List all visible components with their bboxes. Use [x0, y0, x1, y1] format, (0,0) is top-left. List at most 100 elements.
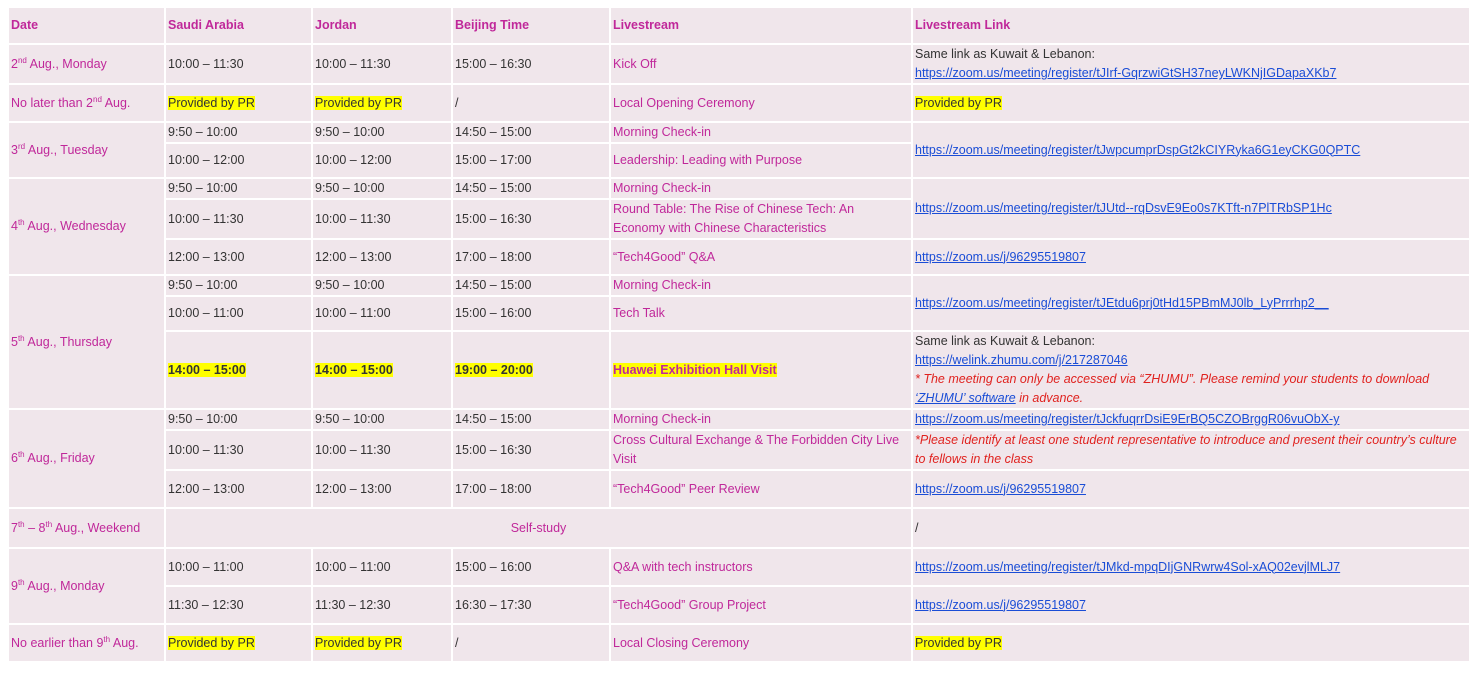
link-cell: https://zoom.us/meeting/register/tJEtdu6…: [913, 276, 1469, 330]
saudi-time: 10:00 – 11:00: [166, 297, 311, 330]
livestream-link[interactable]: https://welink.zhumu.com/j/217287046: [915, 353, 1128, 367]
jordan-time: 14:00 – 15:00: [313, 332, 451, 408]
event-name: “Tech4Good” Peer Review: [611, 471, 911, 507]
livestream-link[interactable]: https://zoom.us/meeting/register/tJckfuq…: [915, 412, 1339, 426]
header-row: Date Saudi Arabia Jordan Beijing Time Li…: [9, 8, 1469, 43]
event-name: Morning Check-in: [611, 123, 911, 142]
saudi-time: 9:50 – 10:00: [166, 179, 311, 198]
table-row: 11:30 – 12:30 11:30 – 12:30 16:30 – 17:3…: [9, 587, 1469, 623]
link-cell: https://zoom.us/meeting/register/tJMkd-m…: [913, 549, 1469, 585]
link-cell: Same link as Kuwait & Lebanon: https://we…: [913, 332, 1469, 408]
date-cell: 3rd Aug., Tuesday: [9, 123, 164, 177]
saudi-time: Provided by PR: [166, 85, 311, 121]
table-row: 9th Aug., Monday 10:00 – 11:00 10:00 – 1…: [9, 549, 1469, 623]
table-row: No earlier than 9th Aug. Provided by PR …: [9, 625, 1469, 661]
saudi-time: 9:50 – 10:00: [166, 410, 311, 429]
date-cell: No later than 2nd Aug.: [9, 85, 164, 121]
table-row: 7th – 8th Aug., Weekend Self-study /: [9, 509, 1469, 547]
saudi-time: 12:00 – 13:00: [166, 471, 311, 507]
livestream-link[interactable]: https://zoom.us/meeting/register/tJwpcum…: [915, 143, 1360, 157]
col-beijing: Beijing Time: [453, 8, 609, 43]
table-row: 5th Aug., Thursday 9:50 – 10:00 9:50 – 1…: [9, 276, 1469, 408]
saudi-time: 10:00 – 11:30: [166, 45, 311, 83]
event-name: Morning Check-in: [611, 276, 911, 295]
event-name: “Tech4Good” Group Project: [611, 587, 911, 623]
livestream-link[interactable]: https://zoom.us/j/96295519807: [915, 482, 1086, 496]
saudi-time: 9:50 – 10:00: [166, 123, 311, 142]
link-cell: https://zoom.us/meeting/register/tJUtd--…: [913, 179, 1469, 238]
event-name: Morning Check-in: [611, 410, 911, 429]
link-cell: https://zoom.us/j/96295519807: [913, 471, 1469, 507]
table-row: 2nd Aug., Monday 10:00 – 11:30 10:00 – 1…: [9, 45, 1469, 83]
event-name: Huawei Exhibition Hall Visit: [611, 332, 911, 408]
livestream-link[interactable]: https://zoom.us/meeting/register/tJEtdu6…: [915, 296, 1329, 310]
beijing-time: 15:00 – 16:00: [453, 297, 609, 330]
saudi-time: 10:00 – 11:30: [166, 431, 311, 469]
saudi-time: 9:50 – 10:00: [166, 276, 311, 295]
col-jordan: Jordan: [313, 8, 451, 43]
date-cell: 2nd Aug., Monday: [9, 45, 164, 83]
jordan-time: 12:00 – 13:00: [313, 240, 451, 274]
date-cell: 4th Aug., Wednesday: [9, 179, 164, 274]
jordan-time: 9:50 – 10:00: [313, 410, 451, 429]
jordan-time: 10:00 – 11:00: [313, 549, 451, 585]
saudi-time: Provided by PR: [166, 625, 311, 661]
table-row: 10:00 – 11:30 10:00 – 11:30 15:00 – 16:3…: [9, 431, 1469, 469]
beijing-time: 14:50 – 15:00: [453, 276, 609, 295]
date-cell: 9th Aug., Monday: [9, 549, 164, 623]
beijing-time: 15:00 – 17:00: [453, 144, 609, 177]
link-cell: https://zoom.us/meeting/register/tJwpcum…: [913, 123, 1469, 177]
col-livestream: Livestream: [611, 8, 911, 43]
saudi-time: 11:30 – 12:30: [166, 587, 311, 623]
beijing-time: 15:00 – 16:00: [453, 549, 609, 585]
saudi-time: 12:00 – 13:00: [166, 240, 311, 274]
livestream-link[interactable]: https://zoom.us/j/96295519807: [915, 598, 1086, 612]
link-cell: https://zoom.us/meeting/register/tJckfuq…: [913, 410, 1469, 429]
event-name: Morning Check-in: [611, 179, 911, 198]
link-cell: /: [913, 509, 1469, 547]
table-row: 12:00 – 13:00 12:00 – 13:00 17:00 – 18:0…: [9, 471, 1469, 507]
event-name: Cross Cultural Exchange & The Forbidden …: [611, 431, 911, 469]
livestream-link[interactable]: https://zoom.us/j/96295519807: [915, 250, 1086, 264]
saudi-time: 10:00 – 12:00: [166, 144, 311, 177]
schedule-table: Date Saudi Arabia Jordan Beijing Time Li…: [7, 6, 1471, 663]
date-cell: 7th – 8th Aug., Weekend: [9, 509, 164, 547]
table-row: 12:00 – 13:00 12:00 – 13:00 17:00 – 18:0…: [9, 240, 1469, 274]
jordan-time: Provided by PR: [313, 625, 451, 661]
link-cell: https://zoom.us/j/96295519807: [913, 240, 1469, 274]
saudi-time: 10:00 – 11:00: [166, 549, 311, 585]
date-cell: No earlier than 9th Aug.: [9, 625, 164, 661]
table-row: No later than 2nd Aug. Provided by PR Pr…: [9, 85, 1469, 121]
livestream-link[interactable]: https://zoom.us/meeting/register/tJUtd--…: [915, 201, 1332, 215]
col-saudi: Saudi Arabia: [166, 8, 311, 43]
livestream-link[interactable]: https://zoom.us/meeting/register/tJIrf-G…: [915, 66, 1336, 80]
jordan-time: 11:30 – 12:30: [313, 587, 451, 623]
link-cell: Provided by PR: [913, 85, 1469, 121]
beijing-time: 19:00 – 20:00: [453, 332, 609, 408]
table-row: 4th Aug., Wednesday 9:50 – 10:00 9:50 – …: [9, 179, 1469, 274]
date-cell: 6th Aug., Friday: [9, 410, 164, 507]
event-name: Q&A with tech instructors: [611, 549, 911, 585]
table-row: 6th Aug., Friday 9:50 – 10:00 9:50 – 10:…: [9, 410, 1469, 507]
jordan-time: 10:00 – 12:00: [313, 144, 451, 177]
saudi-time: 14:00 – 15:00: [166, 332, 311, 408]
table-row: 14:00 – 15:00 14:00 – 15:00 19:00 – 20:0…: [9, 332, 1469, 408]
event-name: Tech Talk: [611, 297, 911, 330]
jordan-time: 10:00 – 11:00: [313, 297, 451, 330]
table-row: 3rd Aug., Tuesday 9:50 – 10:00 9:50 – 10…: [9, 123, 1469, 177]
beijing-time: 17:00 – 18:00: [453, 240, 609, 274]
beijing-time: 14:50 – 15:00: [453, 123, 609, 142]
zhumu-software-link[interactable]: ‘ZHUMU’ software: [915, 391, 1016, 405]
link-cell: Same link as Kuwait & Lebanon: https://zo…: [913, 45, 1469, 83]
jordan-time: 9:50 – 10:00: [313, 179, 451, 198]
livestream-link[interactable]: https://zoom.us/meeting/register/tJMkd-m…: [915, 560, 1340, 574]
beijing-time: 15:00 – 16:30: [453, 431, 609, 469]
beijing-time: /: [453, 85, 609, 121]
jordan-time: 9:50 – 10:00: [313, 276, 451, 295]
beijing-time: /: [453, 625, 609, 661]
event-name: “Tech4Good” Q&A: [611, 240, 911, 274]
beijing-time: 14:50 – 15:00: [453, 179, 609, 198]
beijing-time: 16:30 – 17:30: [453, 587, 609, 623]
date-cell: 5th Aug., Thursday: [9, 276, 164, 408]
beijing-time: 15:00 – 16:30: [453, 45, 609, 83]
